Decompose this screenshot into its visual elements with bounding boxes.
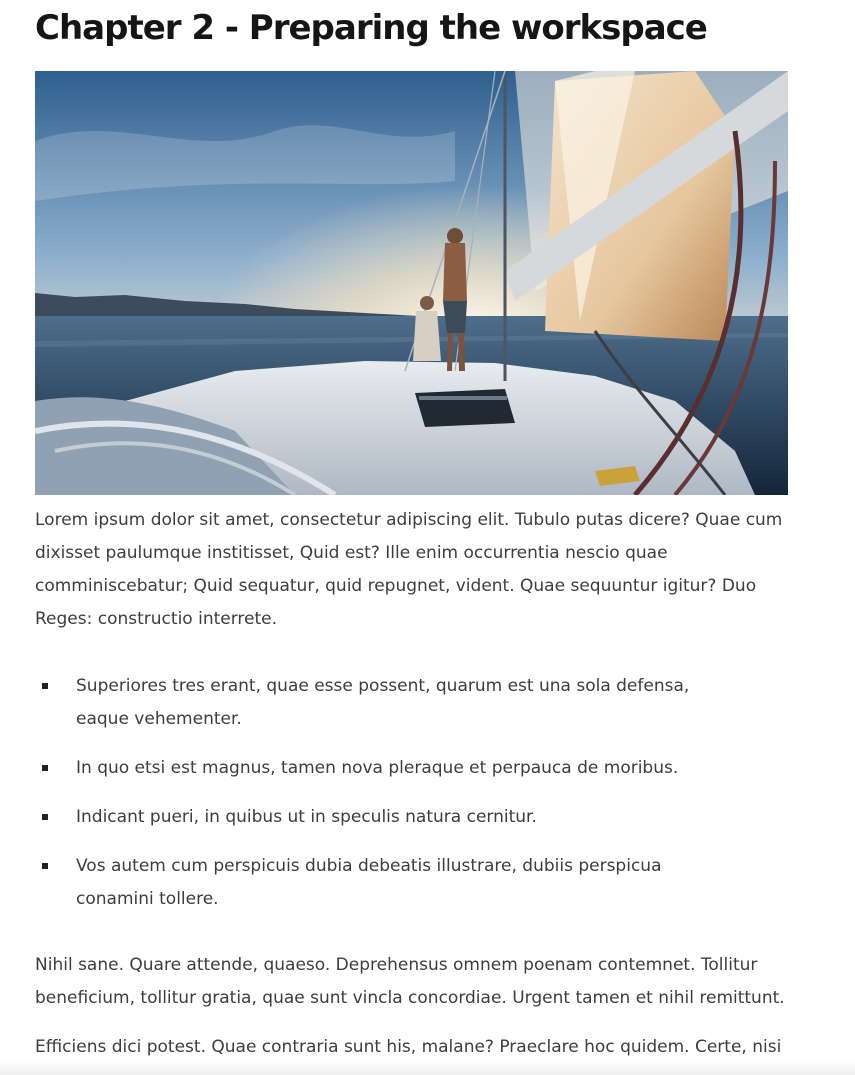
list-item-text: Indicant pueri, in quibus ut in speculis…	[76, 807, 537, 827]
bottom-fade	[0, 1061, 855, 1075]
hero-image	[35, 71, 788, 495]
bullet-list: Superiores tres erant, quae esse possent…	[35, 670, 795, 932]
list-item: Indicant pueri, in quibus ut in speculis…	[35, 801, 736, 834]
square-bullet-icon	[42, 814, 48, 820]
page-title: Chapter 2 - Preparing the workspace	[35, 8, 708, 48]
intro-paragraph: Lorem ipsum dolor sit amet, consectetur …	[35, 510, 783, 629]
list-item-text: Superiores tres erant, quae esse possent…	[76, 676, 690, 729]
sailboat-illustration	[35, 71, 788, 495]
square-bullet-icon	[42, 863, 48, 869]
square-bullet-icon	[42, 765, 48, 771]
body-paragraph: Nihil sane. Quare attende, quaeso. Depre…	[35, 955, 785, 1008]
list-item-text: Vos autem cum perspicuis dubia debeatis …	[76, 856, 662, 909]
list-item: Superiores tres erant, quae esse possent…	[35, 670, 736, 736]
article: Chapter 2 - Preparing the workspace Lore…	[35, 0, 805, 1057]
square-bullet-icon	[42, 683, 48, 689]
list-item: In quo etsi est magnus, tamen nova plera…	[35, 752, 736, 785]
list-item: Vos autem cum perspicuis dubia debeatis …	[35, 850, 736, 916]
body-paragraph: Efficiens dici potest. Quae contraria su…	[35, 1037, 782, 1057]
list-item-text: In quo etsi est magnus, tamen nova plera…	[76, 758, 679, 778]
